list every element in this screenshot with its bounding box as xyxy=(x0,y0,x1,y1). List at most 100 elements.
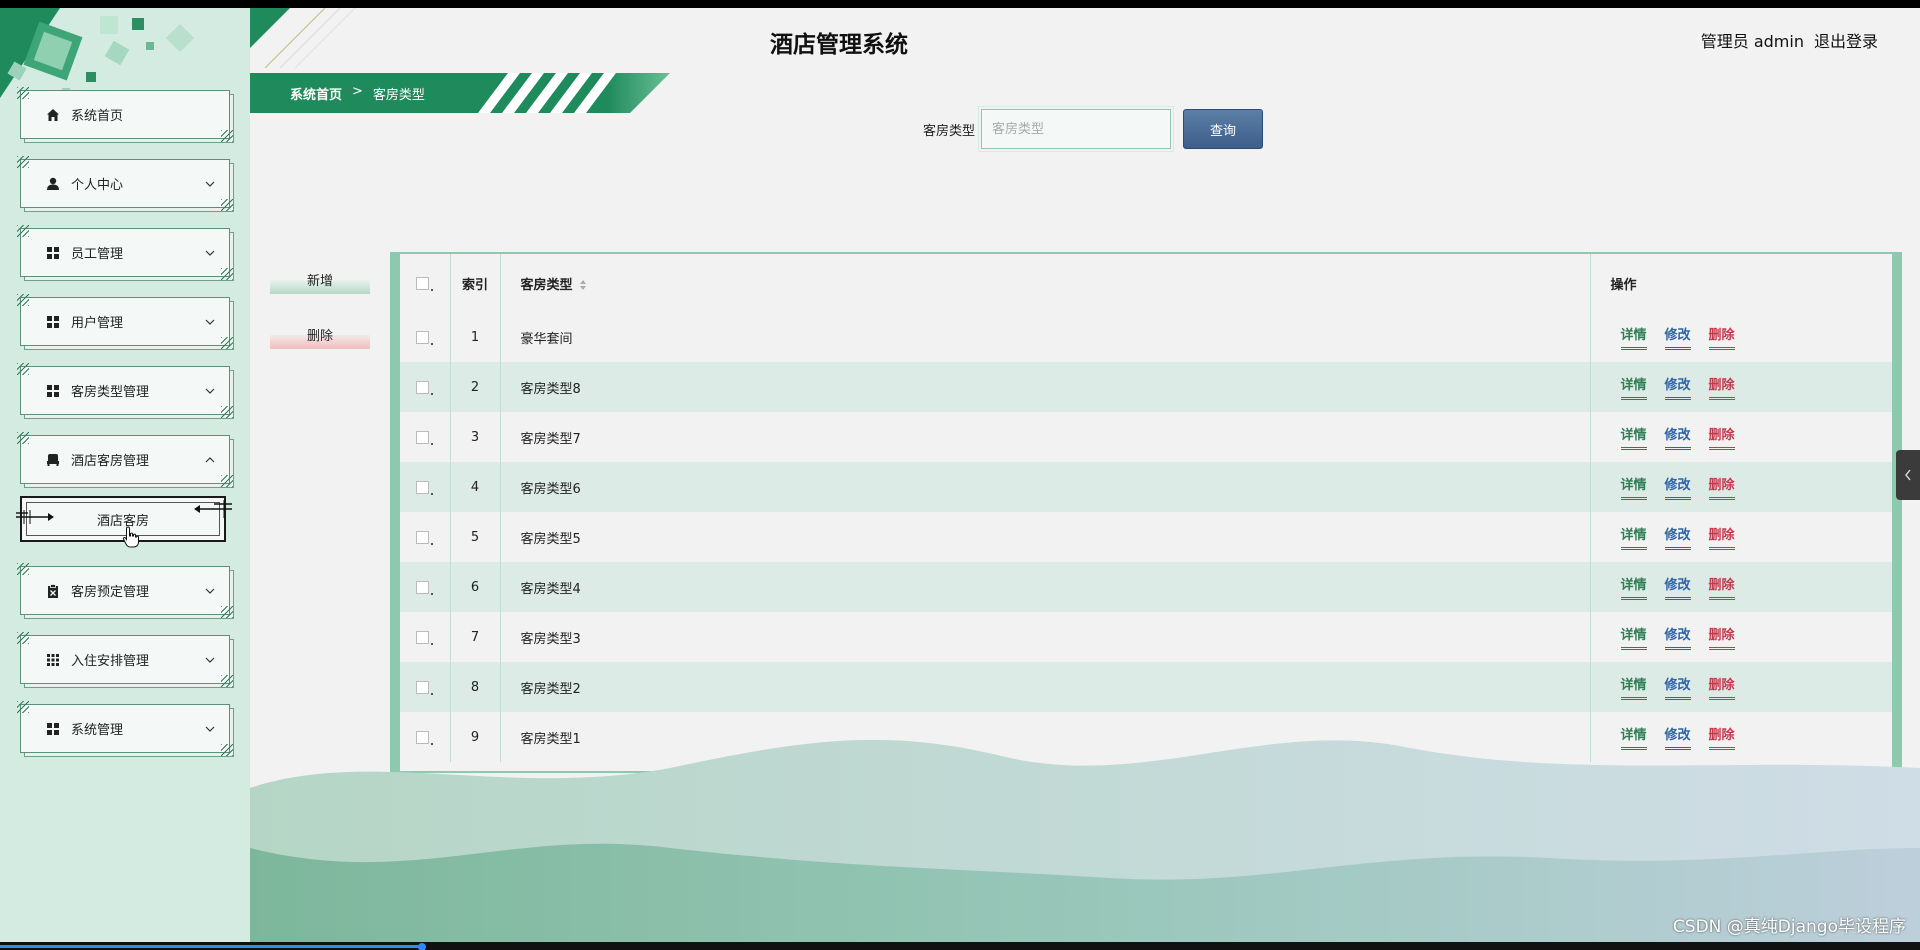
sidebar-item-home[interactable]: 系统首页 xyxy=(17,87,233,142)
edit-link[interactable]: 修改 xyxy=(1664,324,1691,350)
table-row: 4 客房类型6 详情 修改 删除 xyxy=(400,462,1892,512)
row-room-type: 客房类型2 xyxy=(500,662,1591,712)
edit-link[interactable]: 修改 xyxy=(1664,524,1691,550)
sidebar-item-room-type-management[interactable]: 客房类型管理 xyxy=(17,363,233,418)
row-room-type: 客房类型5 xyxy=(500,512,1591,562)
sidebar-item-room-booking[interactable]: 客房预定管理 xyxy=(17,563,233,618)
sidebar-item-hotel-room-management[interactable]: 酒店客房管理 xyxy=(17,432,233,487)
delete-link[interactable]: 删除 xyxy=(1708,424,1735,450)
detail-link[interactable]: 详情 xyxy=(1620,424,1647,450)
row-actions: 详情 修改 删除 xyxy=(1590,612,1892,662)
row-actions: 详情 修改 删除 xyxy=(1590,512,1892,562)
chevron-down-icon xyxy=(205,388,215,394)
sidebar-item-checkin-arrangement[interactable]: 入住安排管理 xyxy=(17,632,233,687)
detail-link[interactable]: 详情 xyxy=(1620,574,1647,600)
select-all-checkbox[interactable] xyxy=(416,276,430,290)
row-actions: 详情 修改 删除 xyxy=(1590,412,1892,462)
collapse-panel-button[interactable] xyxy=(1896,450,1920,500)
table-row: 6 客房类型4 详情 修改 删除 xyxy=(400,562,1892,612)
room-type-header[interactable]: 客房类型 xyxy=(500,254,1591,312)
edit-link[interactable]: 修改 xyxy=(1664,574,1691,600)
breadcrumb-current: 客房类型 xyxy=(372,88,425,103)
add-button[interactable]: 新增 xyxy=(270,264,370,294)
row-actions: 详情 修改 删除 xyxy=(1590,312,1892,362)
operation-header: 操作 xyxy=(1610,277,1637,293)
detail-link[interactable]: 详情 xyxy=(1620,324,1647,350)
chevron-left-icon xyxy=(1905,469,1911,481)
corner-hatch xyxy=(17,294,29,306)
sidebar-subitem-hotel-room[interactable]: 酒店客房 xyxy=(16,496,232,548)
chevron-down-icon xyxy=(205,657,215,663)
apps-icon xyxy=(45,652,61,668)
corner-hatch xyxy=(17,87,29,99)
sidebar-item-users[interactable]: 用户管理 xyxy=(17,294,233,349)
row-checkbox[interactable] xyxy=(416,580,430,594)
row-checkbox[interactable] xyxy=(416,630,430,644)
user-icon xyxy=(45,176,61,192)
row-checkbox[interactable] xyxy=(416,430,430,444)
edit-link[interactable]: 修改 xyxy=(1664,374,1691,400)
detail-link[interactable]: 详情 xyxy=(1620,624,1647,650)
delete-link[interactable]: 删除 xyxy=(1708,474,1735,500)
delete-link[interactable]: 删除 xyxy=(1708,524,1735,550)
edit-link[interactable]: 修改 xyxy=(1664,674,1691,700)
detail-link[interactable]: 详情 xyxy=(1620,524,1647,550)
row-checkbox[interactable] xyxy=(416,680,430,694)
sidebar-item-staff[interactable]: 员工管理 xyxy=(17,225,233,280)
room-type-search-input[interactable] xyxy=(978,106,1175,152)
row-index: 2 xyxy=(450,362,501,412)
clipboard-icon xyxy=(45,583,61,599)
app-window: 系统首页 个人中心 员工管理 用户管理 客房类型管理 酒店客房管理 酒店客房 客… xyxy=(0,8,1920,942)
delete-link[interactable]: 删除 xyxy=(1708,674,1735,700)
arrow-left-icon xyxy=(194,500,232,518)
edit-link[interactable]: 修改 xyxy=(1664,474,1691,500)
breadcrumb-home-link[interactable]: 系统首页 xyxy=(290,84,342,103)
delete-button-label: 删除 xyxy=(306,328,333,344)
corner-hatch xyxy=(17,363,29,375)
delete-link[interactable]: 删除 xyxy=(1708,374,1735,400)
progress-handle[interactable] xyxy=(418,943,427,950)
table-row: 8 客房类型2 详情 修改 删除 xyxy=(400,662,1892,712)
row-select-cell xyxy=(400,662,451,712)
delete-link[interactable]: 删除 xyxy=(1708,574,1735,600)
edit-link[interactable]: 修改 xyxy=(1664,424,1691,450)
row-index: 8 xyxy=(450,662,501,712)
sidebar-item-label: 入住安排管理 xyxy=(71,654,150,669)
corner-hatch xyxy=(221,675,233,687)
grid-icon xyxy=(45,383,61,399)
row-checkbox[interactable] xyxy=(416,380,430,394)
sidebar-menu: 系统首页 个人中心 员工管理 用户管理 客房类型管理 酒店客房管理 酒店客房 客… xyxy=(16,87,233,773)
detail-link[interactable]: 详情 xyxy=(1620,474,1647,500)
row-room-type: 客房类型3 xyxy=(500,612,1591,662)
current-user: 管理员 admin xyxy=(1700,32,1804,51)
background-waves xyxy=(250,739,1920,942)
query-button[interactable]: 查询 xyxy=(1183,109,1264,149)
breadcrumb: 系统首页 > 客房类型 xyxy=(250,73,670,113)
edit-link[interactable]: 修改 xyxy=(1664,624,1691,650)
hand-cursor-icon xyxy=(122,526,139,548)
table-row: 3 客房类型7 详情 修改 删除 xyxy=(400,412,1892,462)
sidebar-item-system-management[interactable]: 系统管理 xyxy=(17,701,233,756)
row-room-type: 客房类型7 xyxy=(500,412,1591,462)
arrow-right-icon xyxy=(16,510,54,524)
sidebar-item-label: 个人中心 xyxy=(71,178,124,193)
detail-link[interactable]: 详情 xyxy=(1620,674,1647,700)
user-bar: 管理员 admin 退出登录 xyxy=(1701,28,1878,52)
row-actions: 详情 修改 删除 xyxy=(1590,662,1892,712)
detail-link[interactable]: 详情 xyxy=(1620,374,1647,400)
delete-link[interactable]: 删除 xyxy=(1708,624,1735,650)
row-checkbox[interactable] xyxy=(416,330,430,344)
sort-icon[interactable] xyxy=(579,279,587,291)
row-checkbox[interactable] xyxy=(416,480,430,494)
row-checkbox[interactable] xyxy=(416,530,430,544)
row-index: 3 xyxy=(450,412,501,462)
sidebar-item-personal-center[interactable]: 个人中心 xyxy=(17,156,233,211)
delete-link[interactable]: 删除 xyxy=(1708,324,1735,350)
corner-hatch xyxy=(221,475,233,487)
corner-hatch xyxy=(221,130,233,142)
video-progress-bar[interactable] xyxy=(0,942,1920,950)
logout-link[interactable]: 退出登录 xyxy=(1814,28,1878,52)
batch-delete-button[interactable]: 删除 xyxy=(270,319,370,349)
select-all-cell xyxy=(400,254,451,312)
row-select-cell xyxy=(400,562,451,612)
